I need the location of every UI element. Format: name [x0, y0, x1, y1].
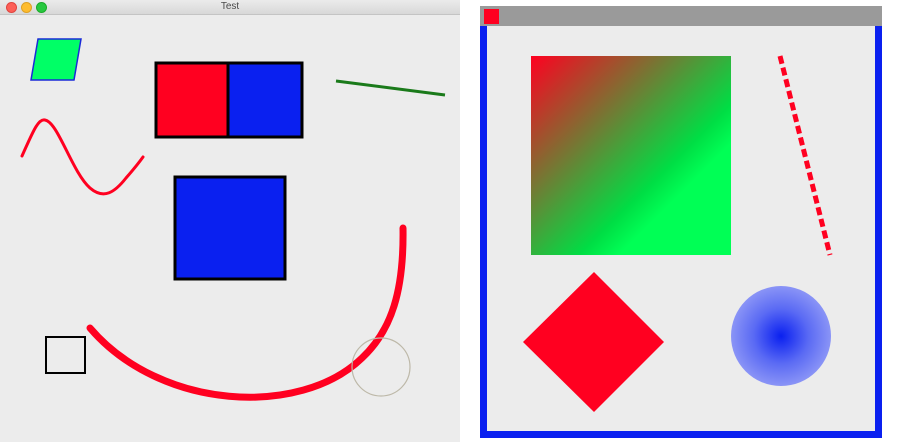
- window-title: Test: [220, 1, 240, 12]
- black-outline-square: [45, 336, 86, 374]
- red-sine-wave: [20, 118, 145, 196]
- app-icon[interactable]: [484, 9, 499, 24]
- left-drawing-canvas: [20, 38, 446, 401]
- circle-outline: [351, 337, 411, 397]
- green-line: [335, 79, 446, 97]
- right-window: [480, 6, 882, 438]
- left-titlebar[interactable]: Test: [0, 0, 460, 15]
- screenshot: Test: [0, 0, 897, 442]
- green-parallelogram: [30, 38, 82, 81]
- right-drawing-canvas: [480, 26, 882, 438]
- blue-radial-circle: [731, 286, 831, 386]
- red-rectangle: [156, 63, 228, 137]
- right-titlebar[interactable]: [480, 6, 882, 26]
- blue-rectangle: [228, 63, 302, 137]
- blue-square: [173, 175, 287, 281]
- left-window: Test: [0, 0, 460, 442]
- gradient-square: [531, 56, 731, 255]
